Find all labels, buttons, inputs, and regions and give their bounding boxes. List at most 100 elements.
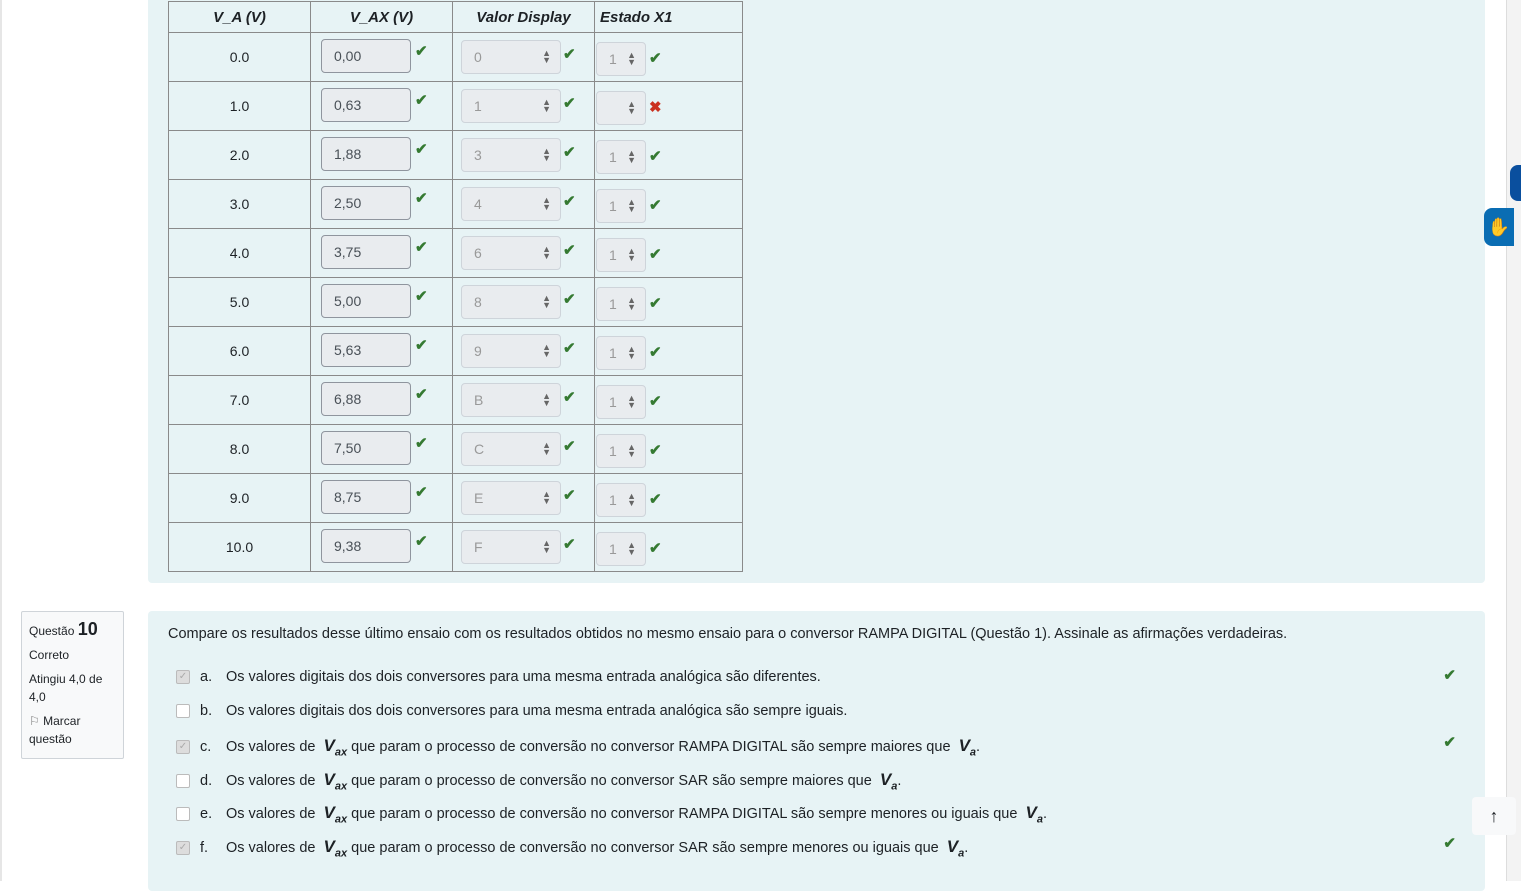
estado-select[interactable]: 1 ▲ ▼	[596, 287, 646, 321]
vax-input[interactable]: 8,75	[321, 480, 411, 514]
estado-cell: 1 ▲ ▼ ✔	[594, 130, 743, 180]
vax-input[interactable]: 5,00	[321, 284, 411, 318]
vax-input[interactable]: 3,75	[321, 235, 411, 269]
vlibras-hands-icon[interactable]: ✋	[1484, 208, 1514, 246]
display-value: E	[474, 490, 484, 506]
display-select[interactable]: 8 ▲ ▼	[461, 285, 561, 319]
option-text: Os valores de	[226, 840, 320, 857]
estado-value: 1	[609, 198, 617, 214]
vax-input[interactable]: 5,63	[321, 333, 411, 367]
display-select[interactable]: 4 ▲ ▼	[461, 187, 561, 221]
option-checkbox[interactable]: ✓	[176, 841, 190, 856]
estado-select[interactable]: 1 ▲ ▼	[596, 434, 646, 468]
check-icon: ✔	[415, 141, 428, 158]
va-symbol: Va	[1025, 803, 1043, 826]
display-value: B	[474, 392, 484, 408]
display-value: 9	[474, 343, 482, 359]
table-row: 0.0 0,00 ✔ 0 ▲ ▼ ✔ 1 ▲ ▼ ✔	[168, 32, 743, 82]
table-row: 10.0 9,38 ✔ F ▲ ▼ ✔ 1 ▲ ▼ ✔	[168, 522, 743, 572]
option-checkbox[interactable]	[176, 774, 190, 789]
updown-icon: ▲ ▼	[627, 246, 636, 263]
display-select[interactable]: C ▲ ▼	[461, 432, 561, 466]
estado-cell: ▲ ▼ ✖	[594, 81, 743, 131]
check-icon: ✔	[649, 540, 662, 557]
estado-select[interactable]: ▲ ▼	[596, 91, 646, 125]
check-icon: ✔	[415, 435, 428, 452]
question-text: Compare os resultados desse último ensai…	[168, 626, 1288, 642]
option-letter: d.	[200, 773, 213, 790]
check-icon: ✔	[649, 50, 662, 67]
display-select[interactable]: 1 ▲ ▼	[461, 89, 561, 123]
accessibility-tab[interactable]	[1510, 165, 1521, 201]
vax-input[interactable]: 0,63	[321, 88, 411, 122]
estado-value: 1	[609, 296, 617, 312]
updown-icon: ▲ ▼	[542, 146, 551, 163]
vax-cell: 5,00 ✔	[310, 277, 453, 327]
estado-select[interactable]: 1 ▲ ▼	[596, 532, 646, 566]
answer-option[interactable]: b. Os valores digitais dos dois conversor…	[176, 703, 1436, 719]
vax-input[interactable]: 2,50	[321, 186, 411, 220]
arrow-up-icon: ↑	[1489, 806, 1499, 826]
check-icon: ✔	[563, 46, 576, 63]
display-select[interactable]: 6 ▲ ▼	[461, 236, 561, 270]
option-letter: c.	[200, 739, 212, 756]
cross-icon: ✖	[649, 99, 662, 116]
header-estado: Estado X1	[594, 1, 743, 33]
check-icon: ✔	[649, 442, 662, 459]
estado-select[interactable]: 1 ▲ ▼	[596, 483, 646, 517]
display-select[interactable]: B ▲ ▼	[461, 383, 561, 417]
estado-select[interactable]: 1 ▲ ▼	[596, 238, 646, 272]
display-cell: 6 ▲ ▼ ✔	[452, 228, 595, 278]
answer-option[interactable]: d. Os valores de Vax que param o processo…	[176, 770, 1436, 792]
display-select[interactable]: 3 ▲ ▼	[461, 138, 561, 172]
estado-select[interactable]: 1 ▲ ▼	[596, 42, 646, 76]
table-row: 8.0 7,50 ✔ C ▲ ▼ ✔ 1 ▲ ▼ ✔	[168, 424, 743, 474]
estado-select[interactable]: 1 ▲ ▼	[596, 336, 646, 370]
estado-value: 1	[609, 149, 617, 165]
option-checkbox[interactable]	[176, 807, 190, 822]
back-to-top-button[interactable]: ↑	[1472, 797, 1516, 835]
option-checkbox[interactable]: ✓	[176, 670, 190, 684]
answer-option[interactable]: ✓ c. Os valores de Vax que param o process…	[176, 734, 1456, 759]
display-select[interactable]: F ▲ ▼	[461, 530, 561, 564]
option-letter: f.	[200, 840, 209, 857]
check-icon: ✔	[1443, 835, 1456, 852]
header-display: Valor Display	[452, 1, 595, 33]
option-text: Os valores de	[226, 806, 320, 823]
va-cell: 6.0	[168, 326, 311, 376]
updown-icon: ▲ ▼	[542, 293, 551, 310]
header-va: V_A (V)	[168, 1, 311, 33]
display-cell: E ▲ ▼ ✔	[452, 473, 595, 523]
vax-input[interactable]: 6,88	[321, 382, 411, 416]
table-row: 4.0 3,75 ✔ 6 ▲ ▼ ✔ 1 ▲ ▼ ✔	[168, 228, 743, 278]
va-symbol: Va	[958, 736, 977, 759]
check-icon: ✔	[649, 295, 662, 312]
option-checkbox[interactable]	[176, 704, 190, 718]
estado-select[interactable]: 1 ▲ ▼	[596, 140, 646, 174]
updown-icon: ▲ ▼	[542, 342, 551, 359]
estado-value: 1	[609, 51, 617, 67]
display-select[interactable]: 0 ▲ ▼	[461, 40, 561, 74]
question-label: Questão	[29, 624, 75, 638]
option-letter: b.	[200, 703, 213, 719]
vax-input[interactable]: 1,88	[321, 137, 411, 171]
estado-select[interactable]: 1 ▲ ▼	[596, 189, 646, 223]
option-checkbox[interactable]: ✓	[176, 740, 190, 755]
display-select[interactable]: E ▲ ▼	[461, 481, 561, 515]
estado-select[interactable]: 1 ▲ ▼	[596, 385, 646, 419]
check-icon: ✔	[563, 438, 576, 455]
display-value: C	[474, 441, 485, 457]
vax-input[interactable]: 0,00	[321, 39, 411, 73]
option-text-cont: que param o processo de conversão no con…	[347, 840, 943, 857]
answer-option[interactable]: e. Os valores de Vax que param o processo…	[176, 803, 1436, 825]
answer-option[interactable]: ✓ f. Os valores de Vax que param o process…	[176, 835, 1456, 860]
display-select[interactable]: 9 ▲ ▼	[461, 334, 561, 368]
display-value: F	[474, 539, 483, 555]
answer-option[interactable]: ✓ a. Os valores digitais dos dois converso…	[176, 667, 1456, 685]
vax-input[interactable]: 7,50	[321, 431, 411, 465]
vax-symbol: Vax	[323, 837, 348, 860]
scrollbar[interactable]	[1506, 0, 1521, 881]
vax-input[interactable]: 9,38	[321, 529, 411, 563]
va-cell: 5.0	[168, 277, 311, 327]
flag-question-link[interactable]: ⚐ Marcar questão	[29, 712, 109, 748]
